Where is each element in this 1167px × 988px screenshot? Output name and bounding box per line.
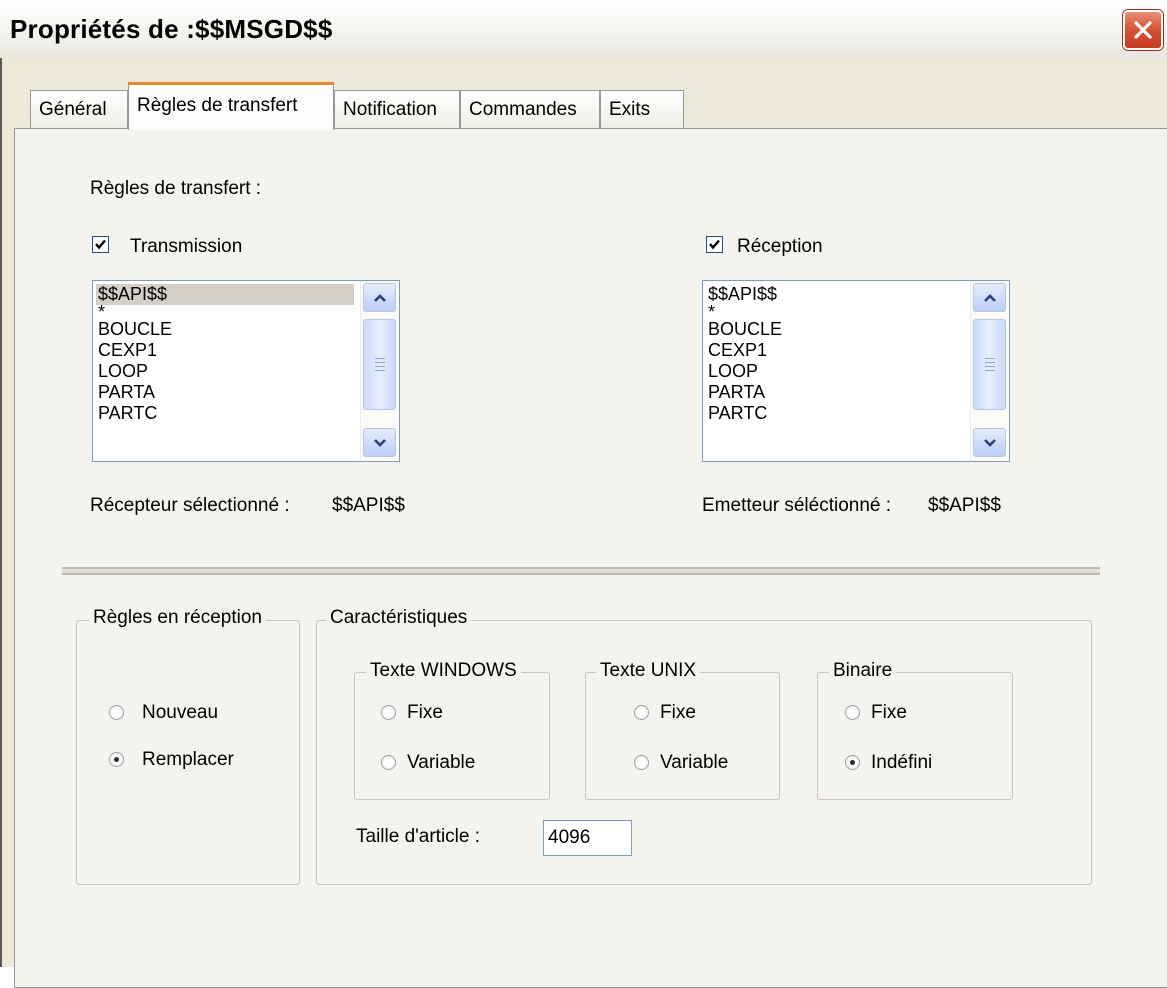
unix-text-group bbox=[585, 672, 780, 800]
list-item[interactable]: PARTA bbox=[706, 382, 964, 403]
close-icon bbox=[1134, 21, 1152, 39]
check-icon bbox=[709, 239, 720, 250]
binary-group bbox=[817, 672, 1013, 800]
radio-windows-variable[interactable] bbox=[381, 755, 396, 770]
list-item[interactable]: PARTC bbox=[96, 403, 354, 424]
close-button[interactable] bbox=[1123, 10, 1163, 50]
radio-windows-fixe-label[interactable]: Fixe bbox=[407, 702, 443, 724]
list-item[interactable]: LOOP bbox=[706, 361, 964, 382]
chevron-up-icon bbox=[374, 294, 386, 302]
radio-unix-fixe-label[interactable]: Fixe bbox=[660, 702, 696, 724]
chevron-down-icon bbox=[374, 439, 386, 447]
tab-notification[interactable]: Notification bbox=[334, 90, 460, 128]
chevron-up-icon bbox=[984, 294, 996, 302]
windows-text-legend: Texte WINDOWS bbox=[366, 660, 521, 682]
radio-unix-variable[interactable] bbox=[634, 755, 649, 770]
radio-unix-variable-label[interactable]: Variable bbox=[660, 752, 728, 774]
radio-windows-fixe[interactable] bbox=[381, 705, 396, 720]
chevron-down-icon bbox=[984, 439, 996, 447]
reception-label[interactable]: Réception bbox=[737, 236, 823, 258]
radio-binary-indefini-label[interactable]: Indéfini bbox=[871, 752, 932, 774]
scroll-thumb[interactable] bbox=[363, 319, 396, 410]
radio-nouveau[interactable] bbox=[109, 705, 124, 720]
transmission-listbox[interactable]: $$API$$ * BOUCLE CEXP1 LOOP PARTA PARTC bbox=[92, 280, 400, 462]
tab-label: Règles de transfert bbox=[137, 95, 298, 116]
reception-listbox[interactable]: $$API$$ * BOUCLE CEXP1 LOOP PARTA PARTC bbox=[702, 280, 1010, 462]
title-bar[interactable]: Propriétés de :$$MSGD$$ bbox=[0, 0, 1167, 59]
binary-legend: Binaire bbox=[829, 660, 897, 682]
tab-label: Général bbox=[39, 99, 107, 120]
radio-binary-indefini[interactable] bbox=[845, 755, 860, 770]
radio-windows-variable-label[interactable]: Variable bbox=[407, 752, 475, 774]
transmission-checkbox[interactable] bbox=[92, 236, 109, 253]
windows-text-group bbox=[354, 672, 550, 800]
list-item[interactable]: BOUCLE bbox=[706, 319, 964, 340]
scroll-down-button[interactable] bbox=[363, 428, 396, 457]
article-size-input[interactable]: 4096 bbox=[543, 820, 632, 856]
tab-label: Notification bbox=[343, 99, 437, 120]
radio-remplacer-label[interactable]: Remplacer bbox=[142, 749, 234, 771]
reception-checkbox[interactable] bbox=[706, 236, 723, 253]
list-item[interactable]: $$API$$ bbox=[706, 284, 964, 305]
tab-label: Exits bbox=[609, 99, 651, 120]
radio-binary-fixe[interactable] bbox=[845, 705, 860, 720]
selected-receiver-value: $$API$$ bbox=[332, 495, 405, 516]
characteristics-legend: Caractéristiques bbox=[326, 607, 472, 629]
radio-unix-fixe[interactable] bbox=[634, 705, 649, 720]
list-item[interactable]: CEXP1 bbox=[706, 340, 964, 361]
scroll-up-button[interactable] bbox=[363, 283, 396, 312]
scroll-thumb[interactable] bbox=[973, 319, 1006, 410]
radio-binary-fixe-label[interactable]: Fixe bbox=[871, 702, 907, 724]
radio-nouveau-label[interactable]: Nouveau bbox=[142, 702, 218, 724]
reception-rules-legend: Règles en réception bbox=[89, 607, 266, 629]
list-item[interactable]: BOUCLE bbox=[96, 319, 354, 340]
radio-remplacer[interactable] bbox=[109, 752, 124, 767]
vertical-scrollbar[interactable] bbox=[360, 281, 399, 461]
list-item[interactable]: PARTC bbox=[706, 403, 964, 424]
list-item[interactable]: * bbox=[96, 303, 354, 321]
separator bbox=[62, 567, 1100, 575]
vertical-scrollbar[interactable] bbox=[970, 281, 1009, 461]
tab-general[interactable]: Général bbox=[30, 90, 128, 128]
list-item[interactable]: * bbox=[706, 303, 964, 321]
unix-text-legend: Texte UNIX bbox=[596, 660, 701, 682]
check-icon bbox=[95, 239, 106, 250]
scroll-up-button[interactable] bbox=[973, 283, 1006, 312]
transfer-rules-heading: Règles de transfert : bbox=[90, 178, 262, 199]
list-item[interactable]: LOOP bbox=[96, 361, 354, 382]
selected-sender-label: Emetteur séléctionné : bbox=[702, 495, 892, 516]
article-size-label: Taille d'article : bbox=[356, 826, 481, 847]
window-title: Propriétés de :$$MSGD$$ bbox=[10, 14, 333, 44]
transmission-label[interactable]: Transmission bbox=[130, 236, 242, 258]
tab-label: Commandes bbox=[469, 99, 577, 120]
tab-commands[interactable]: Commandes bbox=[460, 90, 600, 128]
tab-transfer-rules[interactable]: Règles de transfert bbox=[128, 82, 334, 130]
list-item[interactable]: PARTA bbox=[96, 382, 354, 403]
selected-receiver-label: Récepteur sélectionné : bbox=[90, 495, 290, 516]
selected-sender-value: $$API$$ bbox=[928, 495, 1001, 516]
tab-exits[interactable]: Exits bbox=[600, 90, 684, 128]
scroll-down-button[interactable] bbox=[973, 428, 1006, 457]
list-item[interactable]: $$API$$ bbox=[96, 284, 354, 305]
list-item[interactable]: CEXP1 bbox=[96, 340, 354, 361]
